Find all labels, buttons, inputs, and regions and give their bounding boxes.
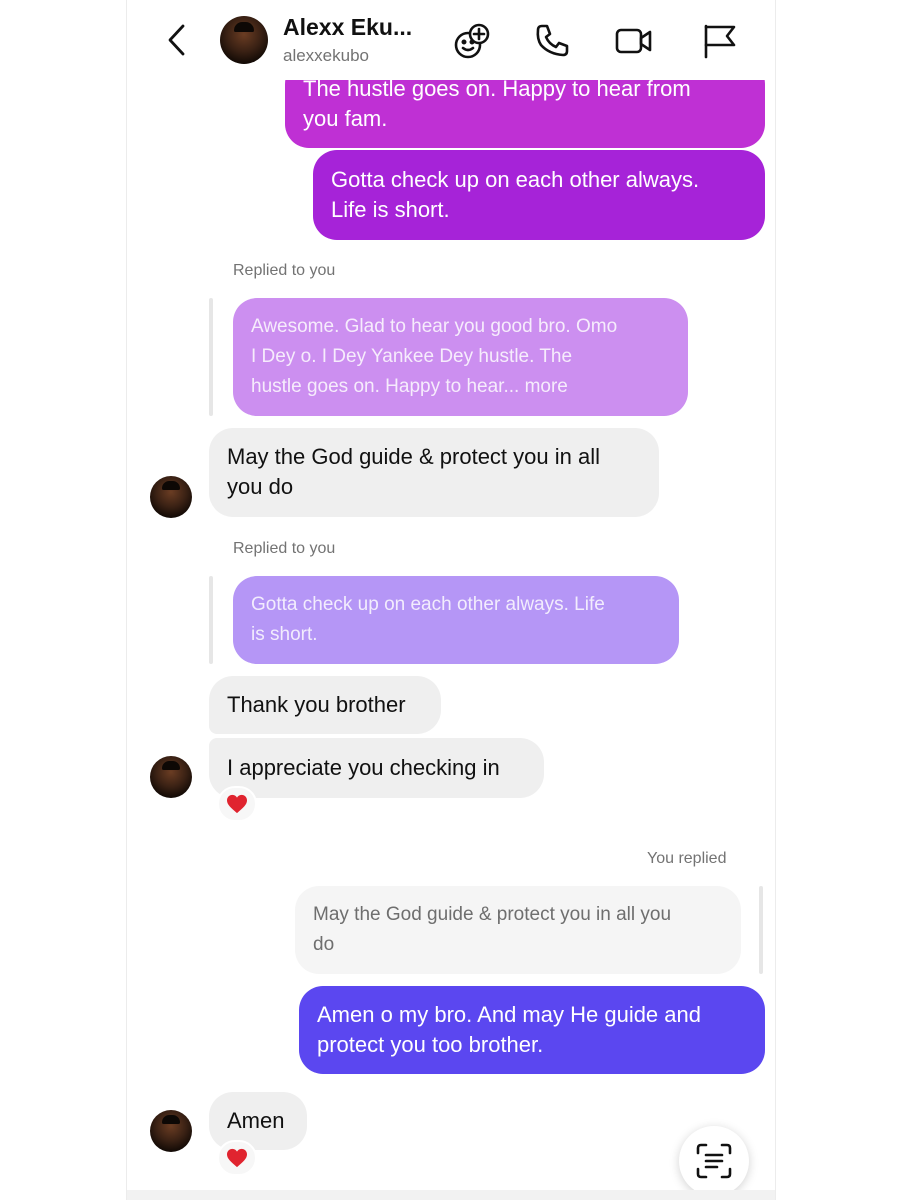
- quote-line: I Dey o. I Dey Yankee Dey hustle. The: [251, 346, 573, 367]
- message-line: Amen: [227, 1108, 285, 1133]
- quote-line: Awesome. Glad to hear you good bro. Omo: [251, 316, 618, 337]
- message-line: Gotta check up on each other always.: [331, 167, 700, 192]
- incoming-message[interactable]: I appreciate you checking in: [209, 738, 544, 798]
- quote-line: May the God guide & protect you in all y…: [313, 904, 672, 925]
- scan-text-icon: [696, 1143, 732, 1179]
- quote-line: Gotta check up on each other always. Lif…: [251, 594, 605, 615]
- quoted-message[interactable]: Gotta check up on each other always. Lif…: [233, 576, 679, 664]
- quote-bar: [209, 298, 213, 416]
- incoming-message[interactable]: Amen: [209, 1092, 307, 1150]
- heart-reaction[interactable]: [217, 786, 257, 822]
- contact-avatar[interactable]: [220, 16, 268, 64]
- sticker-button[interactable]: [453, 22, 491, 60]
- chevron-left-icon: [168, 24, 185, 56]
- message-line: I appreciate you checking in: [227, 755, 500, 780]
- contact-name[interactable]: Alexx Eku...: [283, 14, 412, 41]
- replied-to-you-label: Replied to you: [233, 262, 336, 279]
- audio-call-button[interactable]: [533, 22, 571, 60]
- video-call-button[interactable]: [615, 22, 653, 60]
- outgoing-message[interactable]: Amen o my bro. And may He guide and prot…: [299, 986, 765, 1074]
- heart-icon: [227, 1148, 247, 1168]
- phone-icon: [536, 24, 569, 57]
- message-line: May the God guide & protect you in all: [227, 444, 600, 469]
- contact-avatar[interactable]: [150, 1110, 192, 1152]
- message-line: Amen o my bro. And may He guide and: [317, 1002, 701, 1027]
- message-line: Thank you brother: [227, 692, 406, 717]
- quote-bar: [209, 576, 213, 664]
- flag-icon: [704, 24, 736, 59]
- message-line: protect you too brother.: [317, 1032, 544, 1057]
- quote-line: is short.: [251, 624, 318, 645]
- message-line: Life is short.: [331, 197, 450, 222]
- composer-edge: [127, 1190, 775, 1200]
- you-replied-label: You replied: [647, 850, 727, 867]
- quote-line: do: [313, 934, 335, 955]
- heart-icon: [227, 794, 247, 814]
- message-line: you fam.: [303, 106, 388, 131]
- chat-header: Alexx Eku... alexxekubo: [127, 0, 775, 80]
- replied-to-you-label: Replied to you: [233, 540, 336, 557]
- outgoing-message[interactable]: Gotta check up on each other always. Lif…: [313, 150, 765, 240]
- add-sticker-icon: [454, 23, 490, 59]
- contact-avatar[interactable]: [150, 756, 192, 798]
- quoted-message[interactable]: May the God guide & protect you in all y…: [295, 886, 741, 974]
- incoming-message[interactable]: May the God guide & protect you in all y…: [209, 428, 659, 517]
- contact-username: alexxekubo: [283, 46, 370, 65]
- message-line: you do: [227, 474, 294, 499]
- quote-bar: [759, 886, 763, 974]
- scan-text-button[interactable]: [679, 1126, 749, 1196]
- report-button[interactable]: [701, 22, 739, 60]
- chat-screen: The hustle goes on. Happy to hear from y…: [126, 0, 776, 1200]
- contact-avatar[interactable]: [150, 476, 192, 518]
- quote-line: hustle goes on. Happy to hear... more: [251, 376, 568, 397]
- video-camera-icon: [615, 28, 652, 54]
- quoted-message[interactable]: Awesome. Glad to hear you good bro. Omo …: [233, 298, 688, 416]
- incoming-message[interactable]: Thank you brother: [209, 676, 441, 734]
- back-button[interactable]: [163, 22, 193, 58]
- heart-reaction[interactable]: [217, 1140, 257, 1176]
